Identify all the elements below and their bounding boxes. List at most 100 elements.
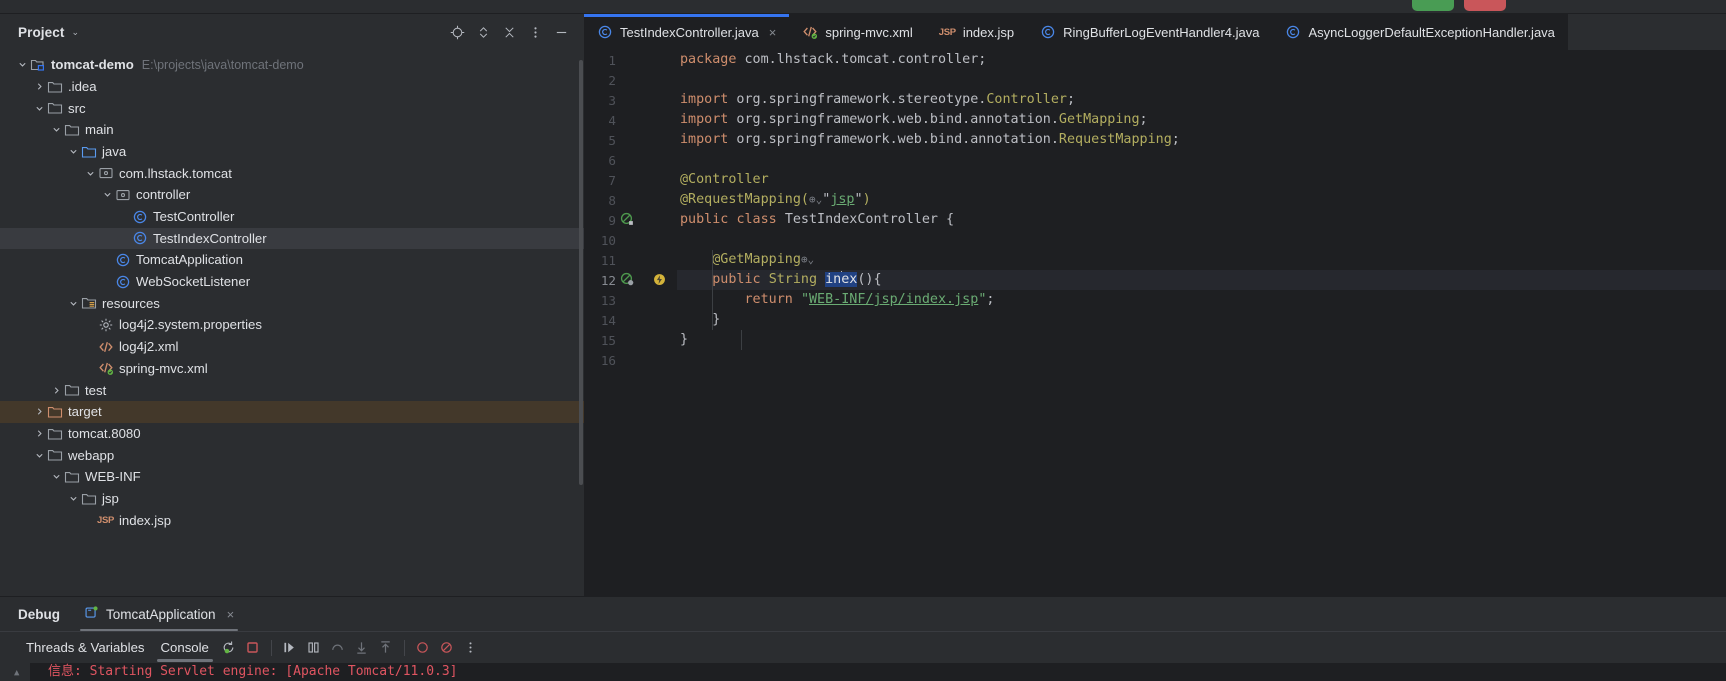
code-line-9[interactable]: public class TestIndexController { xyxy=(677,210,1726,230)
gutter-line-13[interactable]: 13 xyxy=(584,290,677,310)
editor-gutter[interactable]: 12345678910111213141516 xyxy=(584,50,677,596)
chevron-right-icon[interactable] xyxy=(50,384,63,397)
view-breakpoints-icon[interactable] xyxy=(411,636,435,660)
chevron-right-icon[interactable] xyxy=(33,427,46,440)
code-line-8[interactable]: @RequestMapping(⊕⌄"jsp") xyxy=(677,190,1726,210)
hide-panel-icon[interactable] xyxy=(548,19,574,45)
more-options-icon[interactable] xyxy=(459,636,483,660)
code-line-11[interactable]: @GetMapping⊕⌄ xyxy=(677,250,1726,270)
gutter-line-7[interactable]: 7 xyxy=(584,170,677,190)
code-line-16[interactable] xyxy=(677,350,1726,370)
tree-node-log4j2-xml[interactable]: log4j2.xml xyxy=(0,336,584,358)
breakpoint-lightning-icon[interactable] xyxy=(652,272,668,288)
bean-class-marker-icon[interactable] xyxy=(620,212,636,228)
tree-node-src[interactable]: src xyxy=(0,97,584,119)
tree-node-websocketlistener[interactable]: WebSocketListener xyxy=(0,271,584,293)
gutter-line-2[interactable]: 2 xyxy=(584,70,677,90)
chevron-down-icon[interactable] xyxy=(67,145,80,158)
debug-tab-threads-variables[interactable]: Threads & Variables xyxy=(18,632,153,664)
tree-node-tomcatapplication[interactable]: TomcatApplication xyxy=(0,249,584,271)
debug-tab-console[interactable]: Console xyxy=(153,632,217,664)
expand-collapse-icon[interactable] xyxy=(470,19,496,45)
code-line-10[interactable] xyxy=(677,230,1726,250)
stop-icon[interactable] xyxy=(241,636,265,660)
pause-program-icon[interactable] xyxy=(302,636,326,660)
editor-tab-asyncloggerdefaultexceptionhandler-java[interactable]: AsyncLoggerDefaultExceptionHandler.java xyxy=(1272,14,1567,50)
gutter-line-9[interactable]: 9 xyxy=(584,210,677,230)
debug-session-tab[interactable]: TomcatApplication × xyxy=(84,597,234,631)
tree-node-resources[interactable]: resources xyxy=(0,293,584,315)
tree-node-web-inf[interactable]: WEB-INF xyxy=(0,466,584,488)
mute-breakpoints-icon[interactable] xyxy=(435,636,459,660)
rerun-icon[interactable] xyxy=(217,636,241,660)
tree-node-java[interactable]: java xyxy=(0,141,584,163)
tree-node-controller[interactable]: controller xyxy=(0,184,584,206)
tree-node-jsp[interactable]: jsp xyxy=(0,488,584,510)
gutter-line-16[interactable]: 16 xyxy=(584,350,677,370)
code-line-7[interactable]: @Controller xyxy=(677,170,1726,190)
tree-node-test[interactable]: test xyxy=(0,379,584,401)
chevron-down-icon[interactable] xyxy=(50,123,63,136)
step-over-icon[interactable] xyxy=(326,636,350,660)
debug-console[interactable]: ▲ 信息: Starting Servlet engine: [Apache T… xyxy=(0,663,1726,681)
chevron-down-icon[interactable] xyxy=(33,102,46,115)
chevron-down-icon[interactable] xyxy=(101,188,114,201)
tree-node-com-lhstack-tomcat[interactable]: com.lhstack.tomcat xyxy=(0,162,584,184)
code-line-6[interactable] xyxy=(677,150,1726,170)
code-line-3[interactable]: import org.springframework.stereotype.Co… xyxy=(677,90,1726,110)
editor-tab-ringbufferlogeventhandler4-java[interactable]: RingBufferLogEventHandler4.java xyxy=(1027,14,1272,50)
chevron-right-icon[interactable] xyxy=(33,405,46,418)
code-line-12[interactable]: public String inex(){ xyxy=(677,270,1726,290)
locate-icon[interactable] xyxy=(444,19,470,45)
gutter-line-15[interactable]: 15 xyxy=(584,330,677,350)
chevron-down-icon[interactable] xyxy=(33,449,46,462)
gutter-line-5[interactable]: 5 xyxy=(584,130,677,150)
close-session-icon[interactable]: × xyxy=(227,607,235,622)
tree-node-index-jsp[interactable]: JSPindex.jsp xyxy=(0,509,584,531)
chevron-down-icon[interactable] xyxy=(67,297,80,310)
more-options-icon[interactable] xyxy=(522,19,548,45)
code-line-4[interactable]: import org.springframework.web.bind.anno… xyxy=(677,110,1726,130)
chevron-down-icon[interactable] xyxy=(84,167,97,180)
code-line-15[interactable]: } xyxy=(677,330,1726,350)
editor-tab-bar[interactable]: TestIndexController.java×spring-mvc.xmlJ… xyxy=(584,14,1726,50)
chevron-right-icon[interactable] xyxy=(33,80,46,93)
console-fold-icon[interactable]: ▲ xyxy=(14,668,19,678)
code-line-1[interactable]: package com.lhstack.tomcat.controller; xyxy=(677,50,1726,70)
tree-node-tomcat-8080[interactable]: tomcat.8080 xyxy=(0,423,584,445)
step-out-icon[interactable] xyxy=(374,636,398,660)
editor-tab-spring-mvc-xml[interactable]: spring-mvc.xml xyxy=(789,14,925,50)
tree-node-idea[interactable]: .idea xyxy=(0,76,584,98)
tree-node-webapp[interactable]: webapp xyxy=(0,444,584,466)
chevron-down-icon[interactable] xyxy=(67,492,80,505)
collapse-all-icon[interactable] xyxy=(496,19,522,45)
run-button[interactable] xyxy=(1412,0,1454,11)
chevron-down-icon[interactable] xyxy=(16,58,29,71)
stop-button[interactable] xyxy=(1464,0,1506,11)
editor-tab-testindexcontroller-java[interactable]: TestIndexController.java× xyxy=(584,14,789,50)
gutter-line-8[interactable]: 8 xyxy=(584,190,677,210)
tree-node-testcontroller[interactable]: TestController xyxy=(0,206,584,228)
resume-program-icon[interactable] xyxy=(278,636,302,660)
close-tab-icon[interactable]: × xyxy=(769,25,777,40)
code-line-5[interactable]: import org.springframework.web.bind.anno… xyxy=(677,130,1726,150)
gutter-line-11[interactable]: 11 xyxy=(584,250,677,270)
code-line-14[interactable]: } xyxy=(677,310,1726,330)
gutter-line-14[interactable]: 14 xyxy=(584,310,677,330)
chevron-down-icon[interactable]: ⌄ xyxy=(71,28,79,37)
code-line-2[interactable] xyxy=(677,70,1726,90)
gutter-line-3[interactable]: 3 xyxy=(584,90,677,110)
gutter-line-6[interactable]: 6 xyxy=(584,150,677,170)
url-mapping-marker-icon[interactable] xyxy=(620,272,636,288)
project-tree-scrollbar[interactable] xyxy=(579,60,583,485)
tree-node-target[interactable]: target xyxy=(0,401,584,423)
code-content[interactable]: package com.lhstack.tomcat.controller; i… xyxy=(677,50,1726,596)
project-tree[interactable]: tomcat-demoE:\projects\java\tomcat-demo.… xyxy=(0,50,584,596)
tree-node-spring-mvc-xml[interactable]: spring-mvc.xml xyxy=(0,358,584,380)
chevron-down-icon[interactable] xyxy=(50,470,63,483)
editor-tab-index-jsp[interactable]: JSPindex.jsp xyxy=(926,14,1027,50)
tree-node-tomcat-demo[interactable]: tomcat-demoE:\projects\java\tomcat-demo xyxy=(0,54,584,76)
gutter-line-10[interactable]: 10 xyxy=(584,230,677,250)
code-line-13[interactable]: return "WEB-INF/jsp/index.jsp"; xyxy=(677,290,1726,310)
tree-node-testindexcontroller[interactable]: TestIndexController xyxy=(0,228,584,250)
